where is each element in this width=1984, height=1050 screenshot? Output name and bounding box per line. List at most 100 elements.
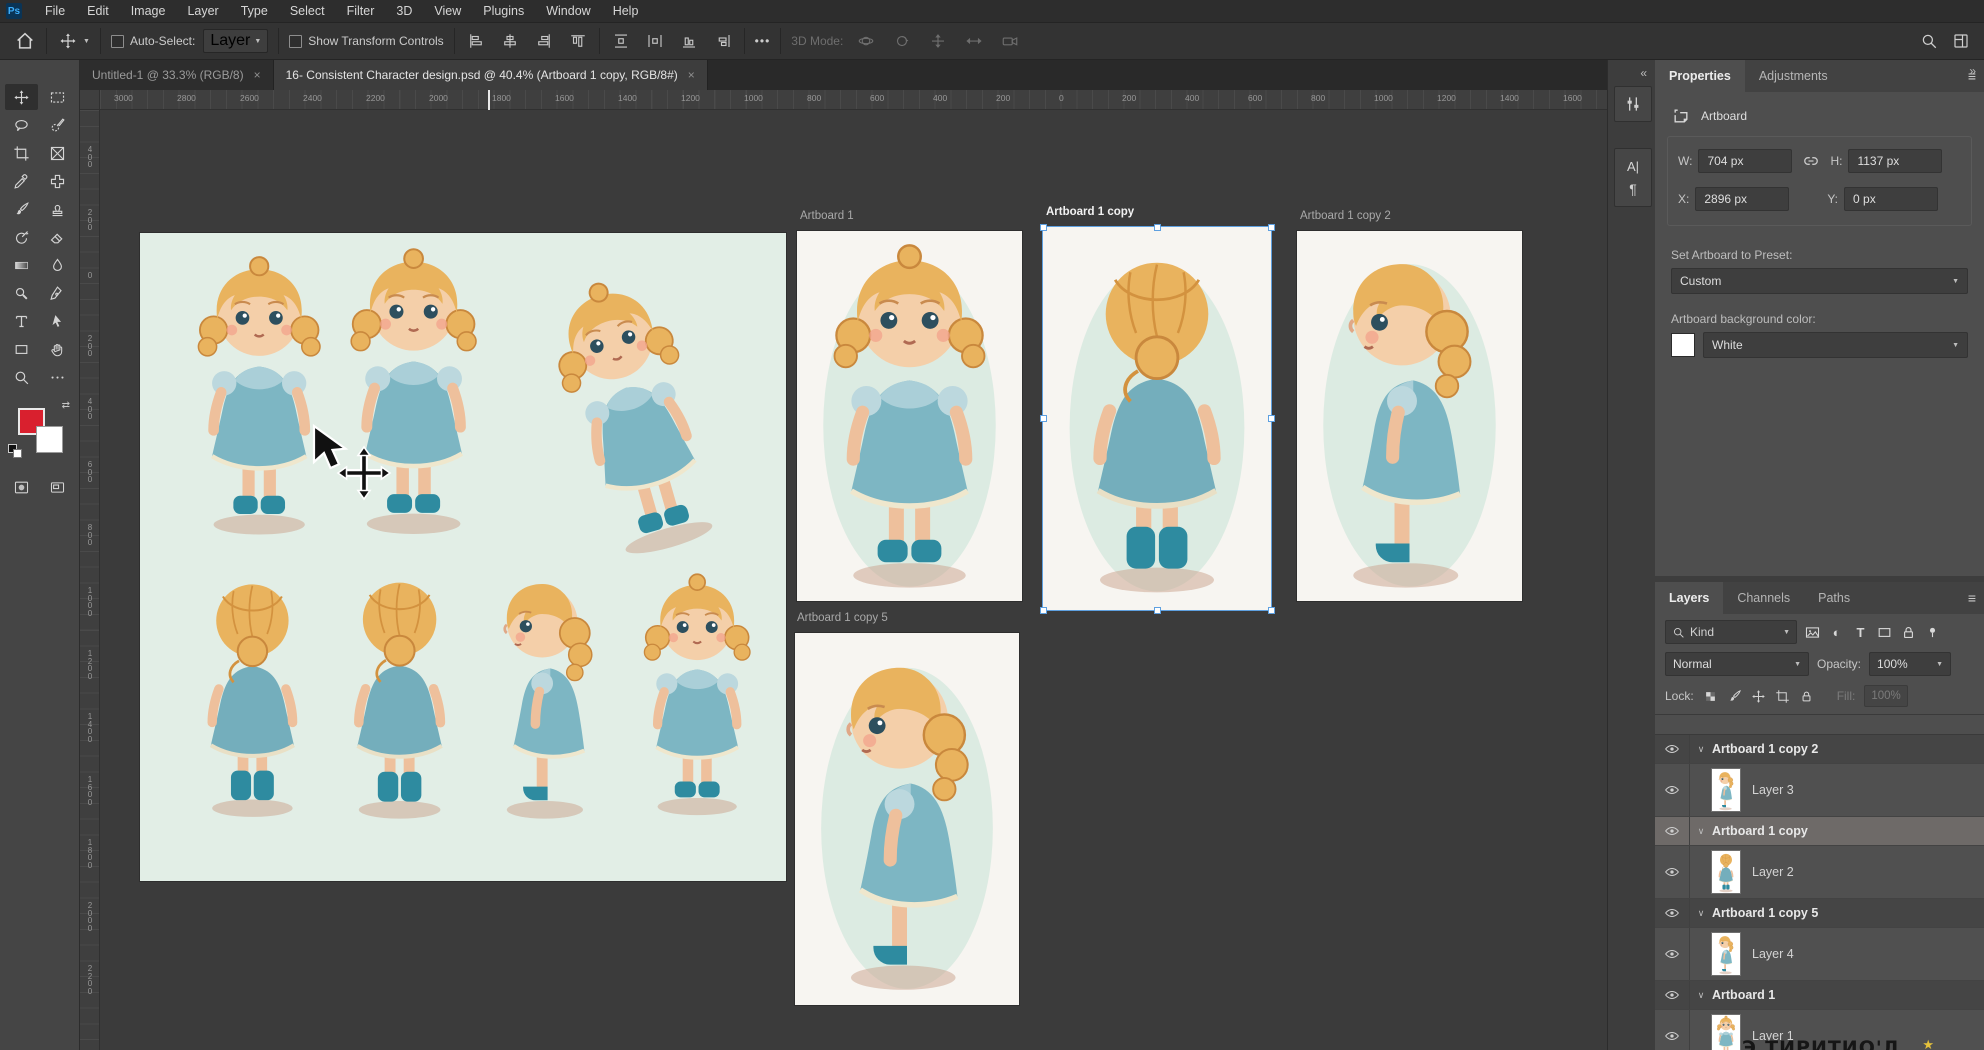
filter-adjustment-layers-icon[interactable]: ◐ bbox=[1828, 624, 1845, 641]
expand-panels-icon[interactable]: » bbox=[1969, 64, 1976, 78]
pen-tool[interactable] bbox=[41, 280, 74, 306]
tab-paths[interactable]: Paths bbox=[1804, 582, 1864, 614]
align-top-edges-icon[interactable] bbox=[569, 32, 587, 50]
layer-name[interactable]: Artboard 1 copy bbox=[1712, 824, 1808, 838]
auto-select-checkbox[interactable] bbox=[111, 35, 124, 48]
ruler-origin-corner[interactable] bbox=[80, 90, 100, 110]
artboard-canvas[interactable] bbox=[1043, 227, 1271, 610]
distribute-top-edges-icon[interactable] bbox=[612, 32, 630, 50]
layer-visibility-toggle[interactable] bbox=[1655, 735, 1690, 763]
menu-item-file[interactable]: File bbox=[34, 2, 76, 20]
lock-artboard-icon[interactable] bbox=[1775, 689, 1790, 704]
layer-thumbnail[interactable] bbox=[1712, 1015, 1740, 1050]
distribute-horizontal-centers-icon[interactable] bbox=[646, 32, 664, 50]
lasso-tool[interactable] bbox=[5, 112, 38, 138]
selection-handle[interactable] bbox=[1154, 607, 1161, 614]
workspace-switcher-icon[interactable] bbox=[1952, 32, 1970, 50]
layer-name[interactable]: Layer 4 bbox=[1752, 947, 1794, 961]
artboard-bg-color-dropdown[interactable]: White ▼ bbox=[1703, 332, 1968, 358]
height-field[interactable]: 1137 px bbox=[1848, 149, 1942, 173]
align-left-edges-icon[interactable] bbox=[467, 32, 485, 50]
document-tab-2[interactable]: 16- Consistent Character design.psd @ 40… bbox=[274, 60, 708, 90]
artboard-label[interactable]: Artboard 1 copy 2 bbox=[1300, 210, 1391, 222]
eyedropper-tool[interactable] bbox=[5, 168, 38, 194]
menu-item-select[interactable]: Select bbox=[279, 2, 336, 20]
layer-name[interactable]: Layer 3 bbox=[1752, 783, 1794, 797]
filter-smart-objects-icon[interactable] bbox=[1900, 624, 1917, 641]
background-color-swatch[interactable] bbox=[36, 426, 63, 453]
menu-item-3d[interactable]: 3D bbox=[385, 2, 423, 20]
path-selection-tool[interactable] bbox=[41, 308, 74, 334]
collapse-panels-icon[interactable]: « bbox=[1640, 66, 1647, 80]
layers-row-layer[interactable]: Layer 3 bbox=[1655, 764, 1984, 817]
show-transform-checkbox[interactable] bbox=[289, 35, 302, 48]
tab-close-icon[interactable]: × bbox=[254, 68, 261, 82]
photoshop-logo[interactable]: Ps bbox=[6, 3, 22, 19]
collapse-chevron-icon[interactable]: ∨ bbox=[1690, 990, 1712, 1001]
layer-thumbnail[interactable] bbox=[1712, 933, 1740, 975]
edit-toolbar[interactable] bbox=[41, 364, 74, 390]
move-tool[interactable] bbox=[5, 84, 38, 110]
menu-item-edit[interactable]: Edit bbox=[76, 2, 120, 20]
swap-colors-icon[interactable]: ⇄ bbox=[62, 400, 70, 411]
move-tool-icon[interactable] bbox=[59, 32, 77, 50]
layers-row-layer[interactable]: Layer 4 bbox=[1655, 928, 1984, 981]
auto-select-dropdown[interactable]: Layer ▼ bbox=[203, 29, 268, 53]
layer-visibility-toggle[interactable] bbox=[1655, 764, 1690, 816]
layer-visibility-toggle[interactable] bbox=[1655, 981, 1690, 1009]
layer-visibility-toggle[interactable] bbox=[1655, 899, 1690, 927]
layer-visibility-toggle[interactable] bbox=[1655, 817, 1690, 845]
collapse-chevron-icon[interactable]: ∨ bbox=[1690, 826, 1712, 837]
layer-name[interactable]: Artboard 1 copy 2 bbox=[1712, 742, 1818, 756]
layer-thumbnail[interactable] bbox=[1712, 851, 1740, 893]
brush-tool[interactable] bbox=[5, 196, 38, 222]
default-colors-icon[interactable] bbox=[8, 444, 21, 457]
filter-toggle-icon[interactable] bbox=[1924, 624, 1941, 641]
tab-properties[interactable]: Properties bbox=[1655, 60, 1745, 92]
artboard-canvas[interactable] bbox=[795, 633, 1019, 1005]
tab-adjustments[interactable]: Adjustments bbox=[1745, 60, 1842, 92]
character-reference-image[interactable] bbox=[140, 233, 786, 881]
layers-row-artboard[interactable]: ∨Artboard 1 copy bbox=[1655, 817, 1984, 846]
selection-handle[interactable] bbox=[1268, 607, 1275, 614]
clone-stamp-tool[interactable] bbox=[41, 196, 74, 222]
layer-visibility-toggle[interactable] bbox=[1655, 928, 1690, 980]
dodge-tool[interactable] bbox=[5, 280, 38, 306]
tab-channels[interactable]: Channels bbox=[1723, 582, 1804, 614]
menu-item-view[interactable]: View bbox=[423, 2, 472, 20]
blur-tool[interactable] bbox=[41, 252, 74, 278]
filter-type-layers-icon[interactable]: T bbox=[1852, 624, 1869, 641]
filter-shape-layers-icon[interactable] bbox=[1876, 624, 1893, 641]
menu-item-type[interactable]: Type bbox=[230, 2, 279, 20]
screen-mode-button[interactable] bbox=[41, 474, 74, 500]
tool-preset-caret[interactable]: ▼ bbox=[83, 38, 90, 45]
collapsed-properties-panel-icon[interactable] bbox=[1623, 94, 1643, 114]
align-right-edges-icon[interactable] bbox=[535, 32, 553, 50]
layer-name[interactable]: Artboard 1 copy 5 bbox=[1712, 906, 1818, 920]
menu-item-window[interactable]: Window bbox=[535, 2, 601, 20]
collapse-chevron-icon[interactable]: ∨ bbox=[1690, 908, 1712, 919]
artboard-label[interactable]: Artboard 1 bbox=[800, 210, 854, 222]
menu-item-plugins[interactable]: Plugins bbox=[472, 2, 535, 20]
layer-visibility-toggle[interactable] bbox=[1655, 846, 1690, 898]
filter-pixel-layers-icon[interactable] bbox=[1804, 624, 1821, 641]
lock-position-icon[interactable] bbox=[1751, 689, 1766, 704]
artboard-canvas[interactable] bbox=[797, 231, 1022, 601]
gradient-tool[interactable] bbox=[5, 252, 38, 278]
quick-selection-tool[interactable] bbox=[41, 112, 74, 138]
horizontal-ruler[interactable]: 3000280026002400220020001800160014001200… bbox=[100, 90, 1607, 110]
tab-close-icon[interactable]: × bbox=[688, 68, 695, 82]
artboard-preset-dropdown[interactable]: Custom ▼ bbox=[1671, 268, 1968, 294]
history-brush-tool[interactable] bbox=[5, 224, 38, 250]
layer-filter-dropdown[interactable]: Kind ▼ bbox=[1665, 620, 1797, 644]
distribute-bottom-edges-icon[interactable] bbox=[680, 32, 698, 50]
lock-all-icon[interactable] bbox=[1799, 689, 1814, 704]
hand-tool[interactable] bbox=[41, 336, 74, 362]
character-panel-icon[interactable]: A| bbox=[1623, 156, 1643, 176]
tab-layers[interactable]: Layers bbox=[1655, 582, 1723, 614]
menu-item-image[interactable]: Image bbox=[120, 2, 177, 20]
menu-item-help[interactable]: Help bbox=[602, 2, 650, 20]
link-dimensions-icon[interactable] bbox=[1801, 151, 1821, 171]
distribute-vertical-centers-icon[interactable] bbox=[714, 32, 732, 50]
lock-image-pixels-icon[interactable] bbox=[1727, 689, 1742, 704]
